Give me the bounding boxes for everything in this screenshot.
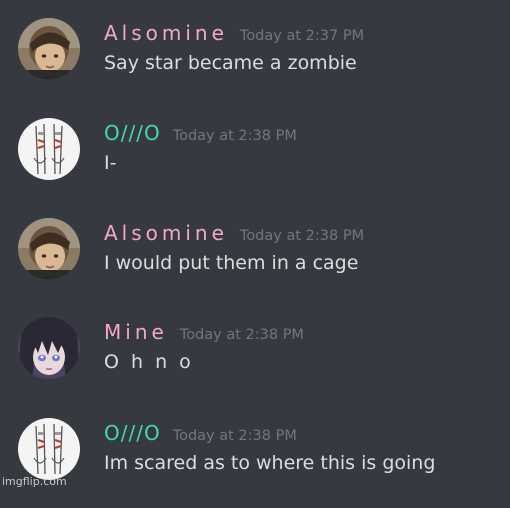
sketch-avatar-icon[interactable]	[18, 118, 80, 180]
message-text: I-	[104, 152, 117, 174]
message-header: O///O Today at 2:38 PM	[104, 119, 297, 147]
chat-message-list: Alsomine Today at 2:37 PM Say star became…	[0, 0, 510, 490]
message-text: O h n o	[104, 351, 194, 373]
sketch-avatar-icon[interactable]	[18, 418, 80, 480]
username[interactable]: O///O	[104, 419, 161, 447]
message-text: I would put them in a cage	[104, 252, 359, 274]
chat-message: O///O Today at 2:38 PM Im scared as to wh…	[0, 418, 510, 508]
message-text: Im scared as to where this is going	[104, 452, 436, 474]
timestamp: Today at 2:38 PM	[172, 428, 297, 444]
watermark: imgflip.com	[2, 475, 67, 488]
message-header: O///O Today at 2:38 PM	[104, 419, 297, 447]
photo-avatar-icon[interactable]	[18, 18, 80, 80]
username[interactable]: Mine	[104, 318, 168, 346]
timestamp: Today at 2:38 PM	[179, 327, 304, 343]
username[interactable]: Alsomine	[104, 19, 228, 47]
chat-message: O///O Today at 2:38 PM I-	[0, 118, 510, 208]
timestamp: Today at 2:38 PM	[172, 128, 297, 144]
chat-message: Alsomine Today at 2:37 PM Say star became…	[0, 18, 510, 108]
chat-message: Mine Today at 2:38 PM O h n o	[0, 317, 510, 407]
anime-avatar-icon[interactable]	[18, 317, 80, 379]
message-header: Alsomine Today at 2:37 PM	[104, 19, 364, 47]
timestamp: Today at 2:38 PM	[239, 228, 365, 244]
username[interactable]: Alsomine	[104, 219, 228, 247]
username[interactable]: O///O	[104, 119, 161, 147]
chat-message: Alsomine Today at 2:38 PM I would put the…	[0, 218, 510, 308]
message-text: Say star became a zombie	[104, 52, 357, 74]
message-header: Alsomine Today at 2:38 PM	[104, 219, 364, 247]
timestamp: Today at 2:37 PM	[239, 28, 365, 44]
photo-avatar-icon[interactable]	[18, 218, 80, 280]
message-header: Mine Today at 2:38 PM	[104, 318, 304, 346]
